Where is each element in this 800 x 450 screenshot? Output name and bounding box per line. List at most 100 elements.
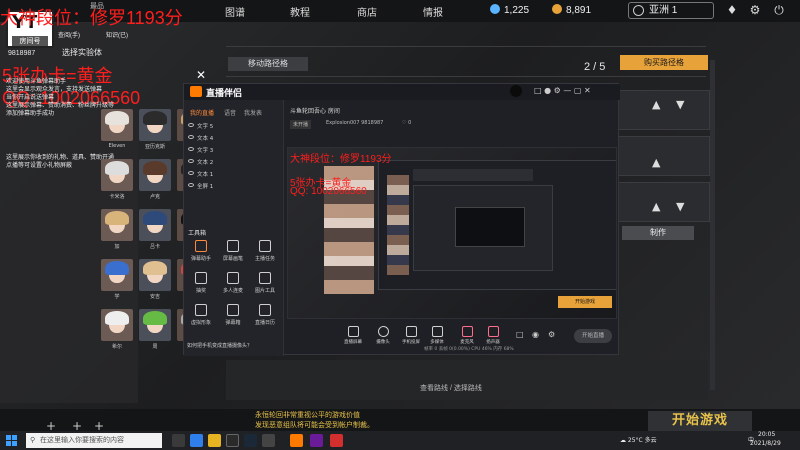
eye-icon[interactable] bbox=[188, 147, 194, 151]
character-portrait[interactable] bbox=[101, 259, 133, 291]
close-icon[interactable]: ✕ bbox=[196, 68, 206, 82]
assist-line: 这里展示弹幕、赞助消费、粉丝牌升级等 bbox=[6, 103, 115, 109]
eye-icon[interactable] bbox=[188, 183, 194, 187]
phone-camera-hint[interactable]: 如何把手机变成直播摄像头？ bbox=[187, 342, 252, 349]
eye-icon[interactable] bbox=[188, 171, 194, 175]
app-icon[interactable] bbox=[310, 434, 323, 447]
microphone-icon bbox=[461, 326, 473, 337]
preview-red-qq: QQ: 1002066560 bbox=[290, 186, 367, 197]
character-name: 卡米洛 bbox=[109, 194, 125, 200]
task-view-icon[interactable] bbox=[172, 434, 185, 447]
thumb-up-icon[interactable]: ▲ bbox=[652, 156, 660, 169]
tab-lookup[interactable]: 查阅(手) bbox=[58, 32, 80, 40]
app-icon[interactable] bbox=[330, 434, 343, 447]
gear-icon[interactable]: ⚙ bbox=[748, 3, 762, 17]
nav-tutorial[interactable]: 教程 bbox=[290, 4, 310, 19]
start-game-button[interactable]: 开始游戏 bbox=[648, 411, 752, 431]
coin-currency-value: 8,891 bbox=[566, 5, 592, 16]
scene-panel: 我的直播 语音 我发表 文字 5 文本 4 文字 3 文本 2 文本 1 全屏 … bbox=[184, 100, 284, 356]
thumb-down-icon[interactable]: ▼ bbox=[676, 98, 684, 111]
layer-row[interactable]: 全屏 1 bbox=[188, 182, 280, 193]
folder-icon[interactable] bbox=[208, 434, 221, 447]
sanction-notice: 发现恶意组队将可能会受到帐户制裁。 bbox=[255, 422, 374, 429]
eye-icon[interactable] bbox=[188, 159, 194, 163]
store-icon[interactable] bbox=[226, 434, 239, 447]
character-name: 卢克 bbox=[149, 194, 160, 200]
gift-line: 点播等可设置小礼物屏蔽 bbox=[6, 163, 73, 169]
tab-my-live[interactable]: 我的直播 bbox=[190, 108, 214, 117]
layer-row[interactable]: 文本 1 bbox=[188, 170, 280, 181]
nav-graph[interactable]: 图谱 bbox=[225, 4, 245, 19]
layer-row[interactable]: 文本 4 bbox=[188, 134, 280, 145]
bell-icon[interactable]: ♦ bbox=[725, 3, 739, 17]
character-portrait[interactable] bbox=[139, 159, 171, 191]
tab-knowledge[interactable]: 知识(已) bbox=[106, 32, 128, 40]
source-camera[interactable]: 摄像头 bbox=[368, 326, 398, 345]
source-speaker[interactable]: 扬声器 bbox=[478, 326, 508, 345]
tool-calendar[interactable]: 直播日历 bbox=[252, 304, 278, 330]
character-portrait[interactable] bbox=[101, 109, 133, 141]
layer-row[interactable]: 文本 2 bbox=[188, 158, 280, 169]
tool-danmaku-box[interactable]: 弹幕箱 bbox=[220, 304, 246, 330]
character-portrait[interactable] bbox=[101, 209, 133, 241]
tool-multi-mic[interactable]: 多人连麦 bbox=[220, 272, 246, 298]
globe-icon bbox=[633, 5, 644, 16]
lottery-icon bbox=[195, 272, 207, 284]
character-portrait[interactable] bbox=[101, 309, 133, 341]
tab-voice[interactable]: 语音 bbox=[224, 108, 236, 117]
tool-danmaku[interactable]: 弹幕助手 bbox=[188, 240, 214, 266]
nested-preview bbox=[378, 160, 616, 290]
coin-currency: 8,891 bbox=[552, 4, 591, 16]
character-portrait[interactable] bbox=[139, 309, 171, 341]
layer-row[interactable]: 文字 5 bbox=[188, 122, 280, 133]
character-portrait[interactable] bbox=[101, 159, 133, 191]
tool-label: 主播任务 bbox=[254, 256, 275, 262]
window-controls[interactable]: □ ● ⚙ — ▢ ✕ bbox=[534, 86, 591, 95]
region-selector[interactable]: 亚洲 1 bbox=[628, 2, 714, 19]
layer-row[interactable]: 文字 3 bbox=[188, 146, 280, 157]
eye-icon[interactable] bbox=[188, 123, 194, 127]
tab-my-posts[interactable]: 我发表 bbox=[244, 108, 262, 117]
settings-icon[interactable]: ⚙ bbox=[548, 330, 555, 339]
eye-icon[interactable] bbox=[188, 135, 194, 139]
character-portrait[interactable] bbox=[139, 109, 171, 141]
buy-path-button[interactable]: 购买路径格 bbox=[620, 55, 708, 70]
character-name: 学 bbox=[114, 294, 120, 300]
water-currency-value: 1,225 bbox=[504, 5, 530, 16]
streaming-app-icon[interactable] bbox=[290, 434, 303, 447]
make-button[interactable]: 制作 bbox=[622, 226, 694, 240]
nav-intel[interactable]: 情报 bbox=[423, 4, 443, 19]
steam-icon[interactable] bbox=[244, 434, 257, 447]
power-icon[interactable]: ⏻ bbox=[772, 3, 786, 17]
eye-preview-icon[interactable]: ◉ bbox=[532, 330, 539, 339]
user-line: Explosion007 9818987 bbox=[326, 120, 384, 126]
preview-red-text: 大神段位：修罗1193分 bbox=[290, 154, 392, 165]
gift-line: 这里展示你收到的礼物、道具、赞助开通 bbox=[6, 155, 115, 161]
move-path-button[interactable]: 移动路径格 bbox=[228, 57, 308, 71]
tool-lottery[interactable]: 抽奖 bbox=[188, 272, 214, 298]
record-icon[interactable]: □ bbox=[516, 330, 524, 339]
go-live-button[interactable]: 开始直播 bbox=[574, 329, 612, 343]
camera-icon bbox=[377, 326, 389, 337]
edge-icon[interactable] bbox=[190, 434, 203, 447]
source-screen[interactable]: 直播屏幕 bbox=[338, 326, 368, 345]
app-icon[interactable] bbox=[262, 434, 275, 447]
tool-avatar[interactable]: 虚拟形象 bbox=[188, 304, 214, 330]
app-logo-icon bbox=[190, 86, 202, 97]
source-media[interactable]: 多媒体 bbox=[422, 326, 452, 345]
nav-shop[interactable]: 商店 bbox=[357, 4, 377, 19]
thumb-down-icon[interactable]: ▼ bbox=[676, 200, 684, 213]
tool-tasks[interactable]: 主播任务 bbox=[252, 240, 278, 266]
character-portrait[interactable] bbox=[139, 259, 171, 291]
thumb-up-icon[interactable]: ▲ bbox=[652, 98, 660, 111]
taskbar-search[interactable]: ⚲ 在这里输入你要搜索的内容 bbox=[26, 433, 162, 448]
character-portrait[interactable] bbox=[139, 209, 171, 241]
stream-preview: 大神段位：修罗1193分 5张办卡=黄金 QQ: 1002066560 开始游戏 bbox=[287, 147, 617, 319]
water-drop-icon bbox=[490, 4, 500, 14]
tool-brush[interactable]: 屏幕画笔 bbox=[220, 240, 246, 266]
thumb-up-icon[interactable]: ▲ bbox=[652, 200, 660, 213]
streaming-app-window: 直播伴侣 □ ● ⚙ — ▢ ✕ 我的直播 语音 我发表 文字 5 文本 4 文… bbox=[183, 83, 620, 356]
channel-line: 斗鱼轮回吾心 房间 bbox=[290, 108, 340, 115]
tool-image[interactable]: 图片工具 bbox=[252, 272, 278, 298]
windows-start-icon[interactable] bbox=[6, 435, 17, 446]
